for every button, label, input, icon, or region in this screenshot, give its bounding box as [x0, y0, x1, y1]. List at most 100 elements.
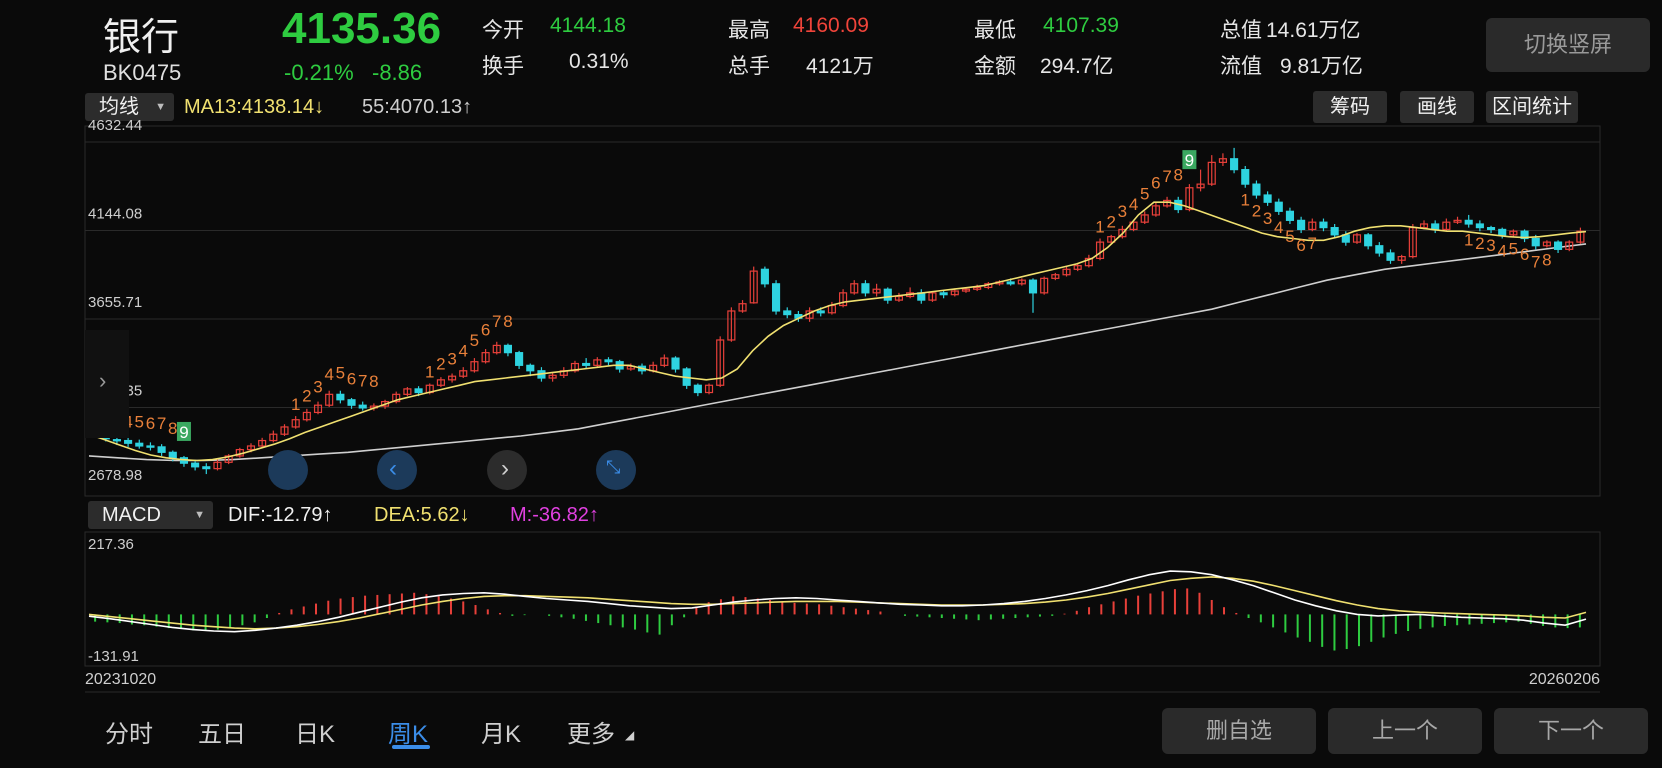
chart-canvas: 1234567891234567812345678123456789123456… [84, 117, 1601, 693]
td-count-label: 7 [157, 414, 166, 433]
candle-body [1464, 219, 1473, 225]
candle-body [582, 362, 591, 366]
td-count-label: 6 [481, 321, 490, 340]
remove-watchlist-button[interactable]: 删自选 [1162, 708, 1316, 754]
candle-body [861, 283, 870, 294]
candle-body [124, 439, 133, 444]
scroll-left-button[interactable]: ‹ [377, 450, 417, 490]
td-count-label: 7 [492, 312, 501, 331]
tab-five-day[interactable]: 五日 [198, 714, 246, 749]
tab-weekly-k[interactable]: 周K [388, 714, 428, 749]
candle-body [1230, 158, 1239, 171]
candle-body [771, 283, 781, 312]
td-count-label: 3 [1118, 202, 1127, 221]
macd-frame [84, 531, 1601, 667]
td-count-label: 6 [1151, 174, 1160, 193]
more-caret-icon: ◢ [625, 728, 635, 742]
td-count-label: 1 [1095, 217, 1104, 236]
td-count-layer: 1234567891234567812345678123456789123456… [90, 150, 1552, 442]
main-chart-frame [84, 125, 1601, 497]
scroll-right-button[interactable]: › [487, 450, 527, 490]
td-count-label: 5 [1509, 240, 1518, 259]
td-count-label: 9 [179, 423, 188, 442]
m-label: M:-36.82↑ [510, 504, 599, 527]
shrink-button[interactable]: ⤡ [596, 450, 636, 490]
td-count-label: 5 [1140, 184, 1149, 203]
td-count-label: 6 [347, 369, 356, 388]
dea-value: DEA:5.62 [374, 504, 460, 526]
td-count-label: 9 [1185, 151, 1194, 170]
td-count-label: 8 [1542, 251, 1551, 270]
candle-body [604, 359, 613, 363]
td-count-label: 4 [324, 365, 333, 384]
ma13-line [88, 201, 1587, 462]
tab-monthly-k[interactable]: 月K [481, 714, 521, 749]
candle-body [939, 292, 948, 296]
candle-body [1531, 237, 1540, 247]
next-button[interactable]: 下一个 [1494, 708, 1648, 754]
candle-body [1386, 252, 1395, 261]
previous-button[interactable]: 上一个 [1328, 708, 1482, 754]
candle-body [191, 462, 200, 468]
td-count-label: 3 [1263, 209, 1272, 228]
caret-down-icon: ▼ [194, 509, 205, 521]
candle-body [168, 451, 177, 459]
candle-body [503, 344, 512, 354]
tab-intraday[interactable]: 分时 [105, 714, 153, 749]
td-count-label: 8 [168, 419, 177, 438]
td-count-label: 6 [146, 414, 155, 433]
candle-body [515, 352, 524, 366]
dea-arrow: ↓ [459, 504, 470, 526]
candle-body [1274, 201, 1283, 212]
candle-body [1006, 281, 1015, 285]
candle-body [157, 446, 166, 453]
candle-body [816, 310, 825, 314]
td-count-label: 2 [1106, 212, 1115, 231]
candle-body [1297, 219, 1306, 231]
candle-body [1364, 234, 1373, 247]
candle-body [783, 310, 792, 316]
candle-body [1554, 241, 1563, 250]
td-count-label: 4 [1274, 218, 1283, 237]
y-tick-label: 4632.44 [88, 117, 142, 134]
td-count-label: 1 [291, 395, 300, 414]
td-count-label: 4 [1497, 241, 1506, 260]
td-count-label: 7 [1162, 167, 1171, 186]
dif-label: DIF:-12.79↑ [228, 504, 332, 527]
tab-daily-k[interactable]: 日K [295, 714, 335, 749]
td-count-label: 6 [1296, 236, 1305, 255]
macd-y-tick-label: -131.91 [88, 648, 139, 665]
m-arrow: ↑ [588, 504, 599, 526]
candle-body [760, 268, 769, 285]
m-value: M:-36.82 [510, 504, 589, 526]
tab-more[interactable]: 更多 [567, 714, 615, 749]
dif-value: DIF:-12.79 [228, 504, 323, 526]
candle-body [883, 288, 892, 301]
candle-body [1330, 227, 1339, 236]
td-count-label: 1 [425, 362, 434, 381]
td-count-label: 8 [369, 372, 378, 391]
td-count-label: 8 [503, 312, 512, 331]
candle-body [671, 357, 680, 370]
td-count-label: 7 [1308, 234, 1317, 253]
pan-button[interactable] [268, 450, 308, 490]
candlestick-layer [90, 147, 1585, 475]
candle-body [135, 442, 144, 447]
candle-body [1252, 183, 1261, 196]
candle-body [347, 399, 356, 406]
x-end-label: 20260206 [1529, 671, 1600, 688]
candle-body [1475, 223, 1484, 229]
candle-body [1375, 245, 1384, 254]
side-expand-panel[interactable]: › [85, 330, 129, 438]
candle-body [526, 364, 535, 372]
candle-body [202, 466, 211, 470]
y-tick-label: 3655.71 [88, 294, 142, 311]
macd-layer [88, 570, 1587, 651]
td-count-label: 1 [1464, 231, 1473, 250]
x-start-label: 20231020 [85, 671, 156, 688]
macd-select[interactable]: MACD ▼ [88, 501, 213, 529]
candle-body [146, 445, 155, 448]
candle-body [336, 393, 345, 401]
candle-body [1241, 169, 1250, 185]
td-count-label: 2 [302, 386, 311, 405]
